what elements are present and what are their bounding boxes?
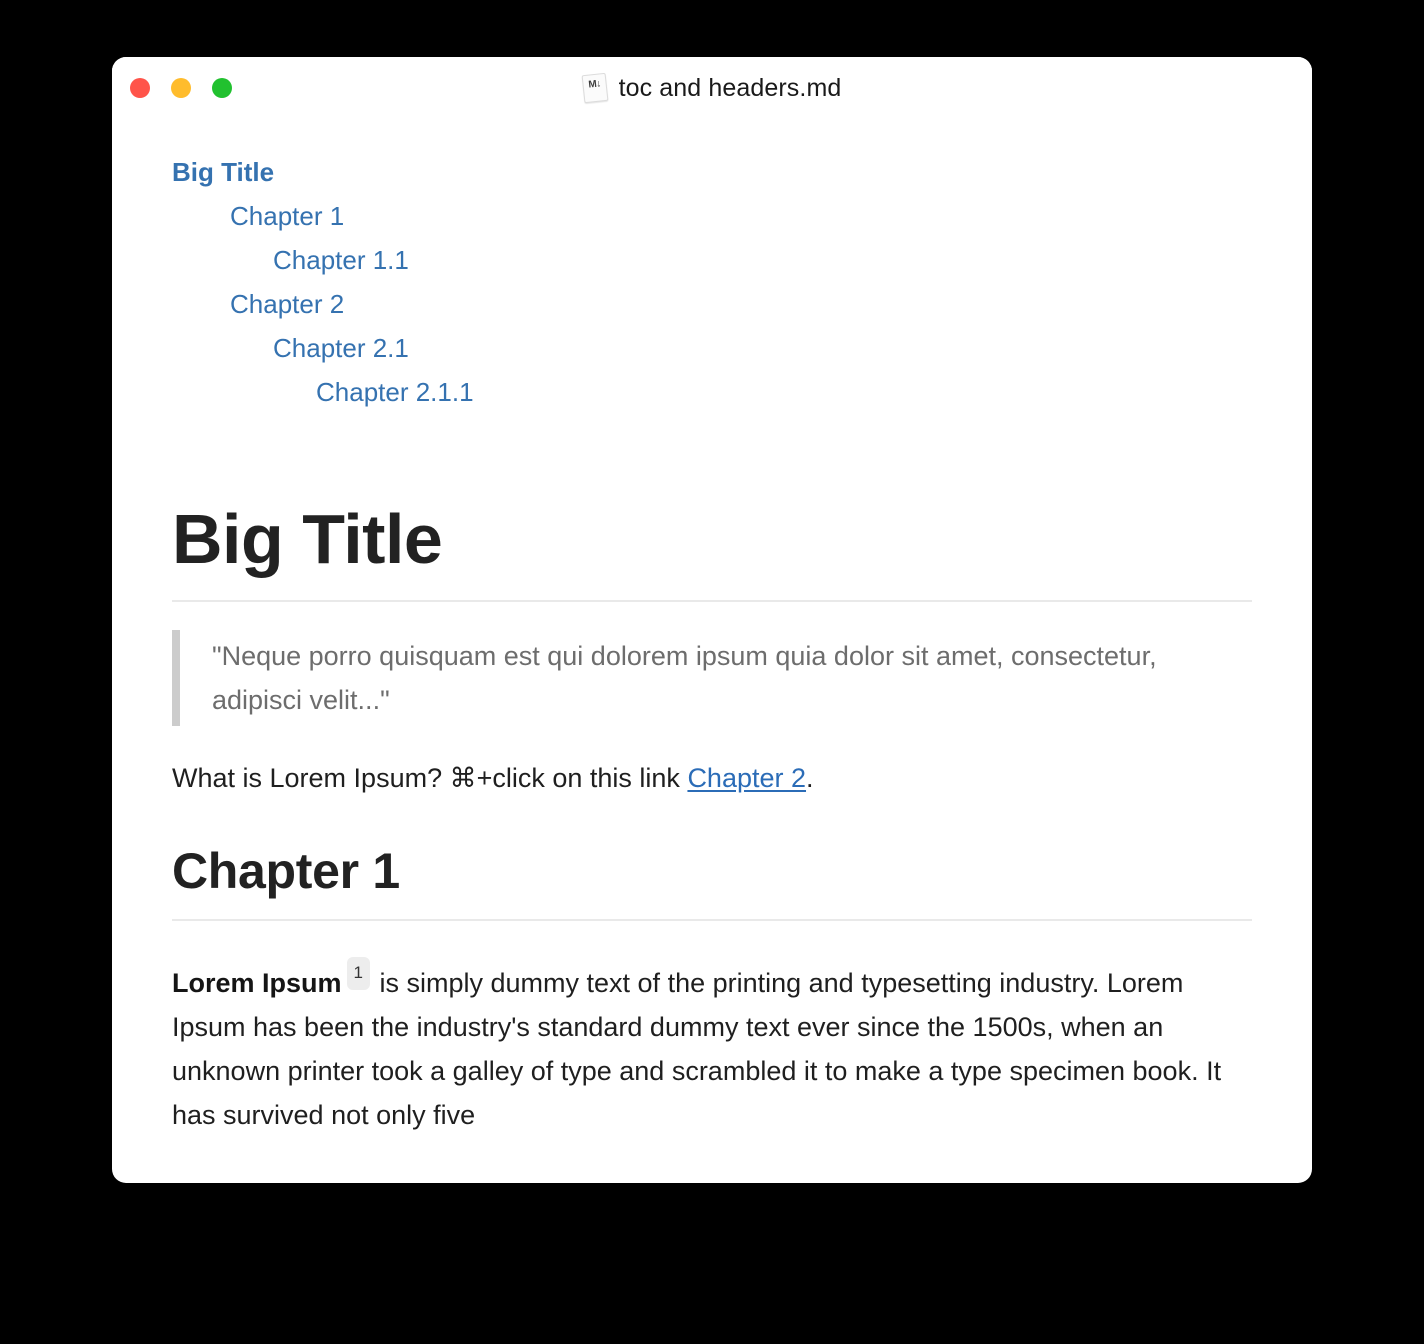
toc-link-chapter-2-1[interactable]: Chapter 2.1 [273, 326, 1252, 370]
bold-lorem-ipsum: Lorem Ipsum [172, 967, 342, 998]
heading-chapter-1: Chapter 1 [172, 842, 400, 899]
paragraph-intro-text-before: What is Lorem Ipsum? ⌘+click on this lin… [172, 762, 688, 793]
window-controls [130, 78, 232, 98]
footnote-reference-1[interactable]: 1 [346, 956, 370, 990]
blockquote-lorem: "Neque porro quisquam est qui dolorem ip… [172, 629, 1227, 726]
zoom-window-button[interactable] [212, 78, 232, 98]
toc-link-chapter-2[interactable]: Chapter 2 [230, 282, 1252, 326]
heading-rule-2 [172, 918, 1252, 921]
heading-big-title: Big Title [172, 500, 443, 578]
window-titlebar[interactable]: M↓ toc and headers.md [112, 57, 1312, 119]
toc-link-chapter-1-1[interactable]: Chapter 1.1 [273, 238, 1252, 282]
close-window-button[interactable] [130, 78, 150, 98]
window-title-group: M↓ toc and headers.md [581, 72, 842, 104]
paragraph-intro-text-after: . [806, 762, 814, 793]
toc-link-chapter-2-1-1[interactable]: Chapter 2.1.1 [316, 370, 1252, 414]
markdown-preview-window: M↓ toc and headers.md Big Title Chapter … [112, 57, 1312, 1183]
document-content: Big Title Chapter 1 Chapter 1.1 Chapter … [112, 119, 1312, 1137]
table-of-contents: Big Title Chapter 1 Chapter 1.1 Chapter … [172, 119, 1252, 414]
paragraph-body: Lorem Ipsum 1 is simply dummy text of the… [172, 956, 1252, 1137]
desktop-background: M↓ toc and headers.md Big Title Chapter … [0, 0, 1424, 1344]
window-title-text: toc and headers.md [618, 73, 842, 102]
heading-rule-1 [172, 599, 1252, 602]
minimize-window-button[interactable] [171, 78, 191, 98]
inline-link-chapter-2[interactable]: Chapter 2 [687, 763, 806, 793]
toc-link-big-title[interactable]: Big Title [172, 150, 1252, 194]
markdown-file-icon: M↓ [581, 72, 609, 104]
paragraph-intro: What is Lorem Ipsum? ⌘+click on this lin… [172, 756, 1252, 800]
toc-link-chapter-1[interactable]: Chapter 1 [230, 194, 1252, 238]
